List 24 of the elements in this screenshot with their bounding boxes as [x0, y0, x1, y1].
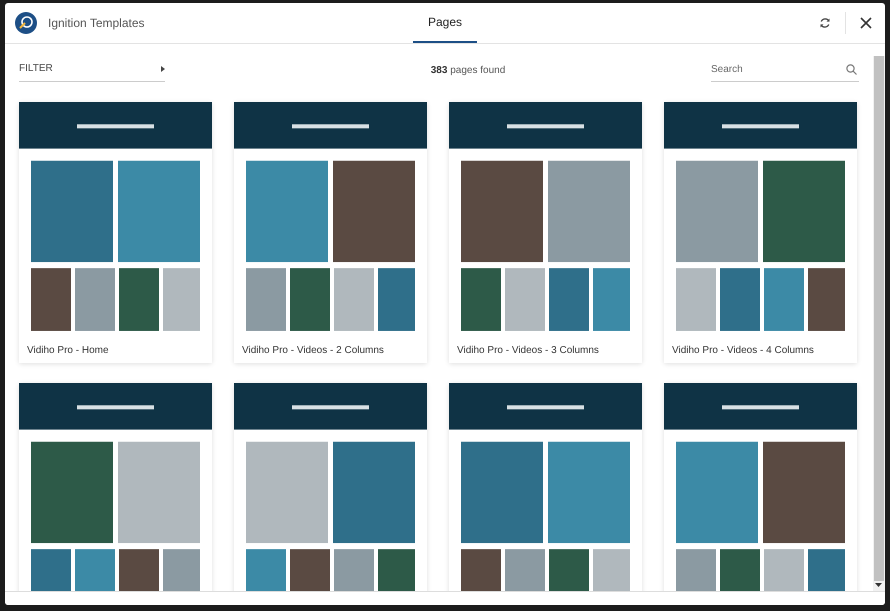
tab[interactable]: Pages	[412, 3, 478, 43]
template-card[interactable]: Vidiho Pro - Videos - 4 Columns	[664, 102, 857, 363]
page-preview-drawing[interactable]	[19, 383, 212, 591]
scrollbar[interactable]	[873, 56, 885, 591]
scroll-down-icon[interactable]	[875, 583, 882, 587]
logo-icon	[15, 12, 37, 34]
page-preview-drawing[interactable]	[449, 383, 642, 591]
template-card[interactable]: Vidiho Pro - Videos - 2 Columns	[234, 102, 427, 363]
window-title: Ignition Templates	[48, 16, 145, 30]
close-icon[interactable]	[860, 17, 872, 29]
template-card[interactable]: Vidiho Pro - Videos - 3 Columns	[449, 102, 642, 363]
template-card[interactable]: Vidiho Pro - Home	[19, 102, 212, 363]
filter-dropdown[interactable]: FILTER	[19, 58, 165, 82]
template-title: Vidiho Pro - Videos - 2 Columns	[241, 344, 385, 356]
page-preview-drawing[interactable]	[664, 383, 857, 591]
caret-icon	[161, 66, 165, 72]
page-preview-drawing[interactable]	[234, 383, 427, 591]
template-title: Vidiho Pro - Home	[26, 344, 110, 356]
results-count: 383 pages found	[430, 64, 506, 76]
template-title: Vidiho Pro - Videos - 4 Columns	[671, 344, 815, 356]
refresh-icon[interactable]	[819, 17, 831, 29]
scrollbar-thumb[interactable]	[874, 56, 884, 581]
search-icon	[846, 64, 857, 74]
template-title: Vidiho Pro - Videos - 3 Columns	[456, 344, 600, 356]
